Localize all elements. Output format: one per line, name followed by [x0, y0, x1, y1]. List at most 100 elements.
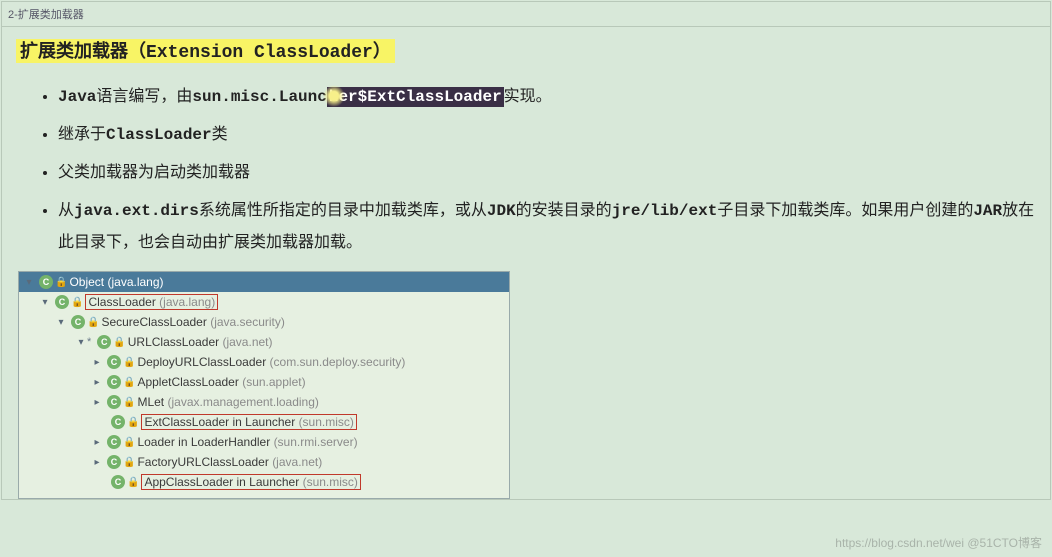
highlighted-node: ExtClassLoader in Launcher (sun.misc): [141, 414, 356, 430]
text: 类: [212, 126, 228, 143]
expand-icon[interactable]: ▾: [75, 337, 87, 348]
code-text: JAR: [973, 202, 1002, 220]
text: 父类加载器为启动类加载器: [58, 164, 250, 181]
node-package: (java.lang): [107, 275, 163, 289]
highlighted-node: AppClassLoader in Launcher (sun.misc): [141, 474, 360, 490]
expand-icon[interactable]: ▾: [23, 277, 35, 288]
class-hierarchy-tree: ▾ C 🔒 Object (java.lang) ▾ C 🔒 ClassLoad…: [18, 271, 510, 499]
bullet-list: Java语言编写，由sun.misc.Launcher$ExtClassLoad…: [16, 81, 1036, 259]
node-package: (sun.misc): [299, 415, 354, 429]
class-icon: C: [39, 275, 53, 289]
text: 子目录下加载类库。如果用户创建的: [717, 202, 973, 219]
tree-node-appletclassloader[interactable]: ▸ C 🔒 AppletClassLoader (sun.applet): [19, 372, 509, 392]
expand-icon[interactable]: ▸: [91, 437, 103, 448]
node-package: (sun.misc): [303, 475, 358, 489]
text: 从: [58, 202, 74, 219]
class-icon: C: [107, 435, 121, 449]
watermark: https://blog.csdn.net/wei @51CTO博客: [835, 534, 1042, 551]
tree-node-factoryurlclassloader[interactable]: ▸ C 🔒 FactoryURLClassLoader (java.net): [19, 452, 509, 472]
node-label: DeployURLClassLoader: [137, 355, 266, 369]
node-label: Object: [69, 275, 104, 289]
lock-icon: 🔒: [113, 337, 125, 348]
heading-text-suffix: ）: [373, 41, 391, 61]
node-package: (javax.management.loading): [167, 395, 318, 409]
text: 语言编写，由: [96, 88, 192, 105]
tree-node-deployurlclassloader[interactable]: ▸ C 🔒 DeployURLClassLoader (com.sun.depl…: [19, 352, 509, 372]
tree-node-secureclassloader[interactable]: ▾ C 🔒 SecureClassLoader (java.security): [19, 312, 509, 332]
tree-node-object[interactable]: ▾ C 🔒 Object (java.lang): [19, 272, 509, 292]
node-package: (sun.rmi.server): [274, 435, 358, 449]
content-area: 扩展类加载器（Extension ClassLoader） Java语言编写，由…: [2, 27, 1050, 499]
expand-icon[interactable]: ▸: [91, 457, 103, 468]
heading-text-en: Extension ClassLoader: [146, 43, 373, 63]
node-package: (com.sun.deploy.security): [270, 355, 406, 369]
class-icon: C: [97, 335, 111, 349]
node-label: SecureClassLoader: [101, 315, 206, 329]
tree-node-classloader[interactable]: ▾ C 🔒 ClassLoader (java.lang): [19, 292, 509, 312]
node-label: MLet: [137, 395, 164, 409]
node-label: FactoryURLClassLoader: [137, 455, 268, 469]
node-package: (java.net): [272, 455, 322, 469]
cursor-highlight: [323, 85, 345, 107]
lock-icon: 🔒: [127, 477, 139, 488]
lock-icon: 🔒: [123, 437, 135, 448]
tree-node-mlet[interactable]: ▸ C 🔒 MLet (javax.management.loading): [19, 392, 509, 412]
lock-icon: 🔒: [87, 317, 99, 328]
document-frame: 2-扩展类加载器 扩展类加载器（Extension ClassLoader） J…: [1, 1, 1051, 500]
node-package: (java.net): [222, 335, 272, 349]
node-label: URLClassLoader: [128, 335, 219, 349]
highlighted-node: ClassLoader (java.lang): [85, 294, 218, 310]
expand-icon[interactable]: ▸: [91, 377, 103, 388]
bullet-item-4: 从java.ext.dirs系统属性所指定的目录中加载类库，或从JDK的安装目录…: [58, 195, 1036, 259]
expand-icon[interactable]: ▸: [91, 397, 103, 408]
bullet-item-1: Java语言编写，由sun.misc.Launcher$ExtClassLoad…: [58, 81, 1036, 113]
tree-node-appclassloader[interactable]: C 🔒 AppClassLoader in Launcher (sun.misc…: [19, 472, 509, 492]
code-text: ClassLoader: [106, 126, 212, 144]
class-icon: C: [55, 295, 69, 309]
node-label: ExtClassLoader in Launcher: [144, 415, 295, 429]
lock-icon: 🔒: [55, 277, 67, 288]
node-label: AppletClassLoader: [137, 375, 238, 389]
lock-icon: 🔒: [123, 377, 135, 388]
node-label: ClassLoader: [88, 295, 155, 309]
expand-icon[interactable]: ▾: [55, 317, 67, 328]
class-icon: C: [107, 455, 121, 469]
lock-icon: 🔒: [71, 297, 83, 308]
heading-text-prefix: 扩展类加载器（: [20, 41, 146, 61]
node-label: AppClassLoader in Launcher: [144, 475, 299, 489]
code-text: sun.misc.Launc: [192, 88, 326, 106]
code-text: JDK: [487, 202, 516, 220]
class-icon: C: [107, 355, 121, 369]
tree-node-loader[interactable]: ▸ C 🔒 Loader in LoaderHandler (sun.rmi.s…: [19, 432, 509, 452]
class-icon: C: [111, 415, 125, 429]
selected-text[interactable]: her$ExtClassLoader: [327, 87, 504, 107]
tree-node-extclassloader[interactable]: C 🔒 ExtClassLoader in Launcher (sun.misc…: [19, 412, 509, 432]
code-text: java.ext.dirs: [74, 202, 199, 220]
section-heading: 扩展类加载器（Extension ClassLoader）: [16, 39, 395, 63]
text: Java: [58, 88, 96, 106]
expand-icon[interactable]: ▾: [39, 297, 51, 308]
tree-node-urlclassloader[interactable]: ▾ * C 🔒 URLClassLoader (java.net): [19, 332, 509, 352]
class-icon: C: [71, 315, 85, 329]
node-label: Loader in LoaderHandler: [137, 435, 270, 449]
class-icon: C: [107, 375, 121, 389]
tab-title: 2-扩展类加载器: [2, 2, 1050, 27]
text: 系统属性所指定的目录中加载类库，或从: [199, 202, 487, 219]
node-package: (java.lang): [159, 295, 215, 309]
node-package: (sun.applet): [242, 375, 305, 389]
lock-icon: 🔒: [127, 417, 139, 428]
bullet-item-3: 父类加载器为启动类加载器: [58, 157, 1036, 189]
text: 的安装目录的: [516, 202, 612, 219]
lock-icon: 🔒: [123, 457, 135, 468]
class-icon: C: [111, 475, 125, 489]
text: 实现。: [504, 88, 552, 105]
lock-icon: 🔒: [123, 397, 135, 408]
code-text: jre/lib/ext: [612, 202, 718, 220]
bullet-item-2: 继承于ClassLoader类: [58, 119, 1036, 151]
star-icon: *: [87, 336, 91, 348]
expand-icon[interactable]: ▸: [91, 357, 103, 368]
text: 继承于: [58, 126, 106, 143]
class-icon: C: [107, 395, 121, 409]
node-package: (java.security): [210, 315, 285, 329]
lock-icon: 🔒: [123, 357, 135, 368]
